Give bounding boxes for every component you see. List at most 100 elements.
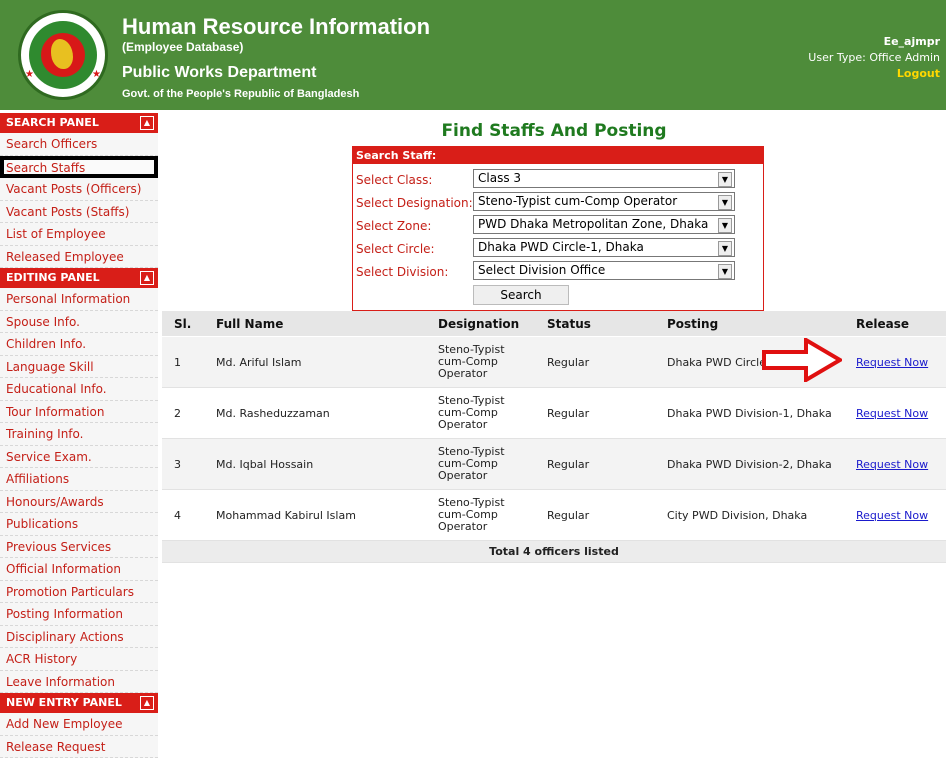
sidebar-item-official-information[interactable]: Official Information — [0, 558, 158, 581]
red-arrow-annotation — [762, 338, 842, 382]
new-entry-panel-header[interactable]: NEW ENTRY PANEL ▲ — [0, 693, 158, 713]
app-subtitle: (Employee Database) — [122, 40, 243, 54]
column-header: Posting — [655, 311, 844, 337]
row-designation: Steno-Typistcum-CompOperator — [426, 337, 535, 388]
sidebar-item-children-info[interactable]: Children Info. — [0, 333, 158, 356]
division-select[interactable]: Select Division Office▼ — [473, 261, 735, 280]
sidebar-item-vacant-posts-officers[interactable]: Vacant Posts (Officers) — [0, 178, 158, 201]
sidebar-item-release-request[interactable]: Release Request — [0, 736, 158, 758]
logout-link[interactable]: Logout — [897, 67, 940, 80]
row-name: Md. Iqbal Hossain — [204, 439, 426, 490]
request-now-link[interactable]: Request Now — [856, 407, 928, 420]
sidebar-item-tour-information[interactable]: Tour Information — [0, 401, 158, 424]
row-designation: Steno-Typistcum-CompOperator — [426, 490, 535, 541]
chevron-down-icon: ▼ — [718, 264, 732, 279]
class-label: Select Class: — [356, 173, 432, 187]
row-release: Request Now — [844, 439, 946, 490]
column-header: Designation — [426, 311, 535, 337]
sidebar-item-leave-information[interactable]: Leave Information — [0, 671, 158, 694]
row-status: Regular — [535, 388, 655, 439]
sidebar: SEARCH PANEL ▲ Search Officers Search St… — [0, 113, 158, 758]
page-title: Find Staffs And Posting — [162, 121, 946, 141]
sidebar-item-promotion-particulars[interactable]: Promotion Particulars — [0, 581, 158, 604]
collapse-icon[interactable]: ▲ — [140, 271, 154, 285]
search-panel-header[interactable]: SEARCH PANEL ▲ — [0, 113, 158, 133]
sidebar-item-list-of-employee[interactable]: List of Employee — [0, 223, 158, 246]
column-header: Full Name — [204, 311, 426, 337]
zone-select[interactable]: PWD Dhaka Metropolitan Zone, Dhaka▼ — [473, 215, 735, 234]
division-label: Select Division: — [356, 265, 448, 279]
row-sl: 4 — [162, 490, 204, 541]
row-posting: Dhaka PWD Division-2, Dhaka — [655, 439, 844, 490]
row-sl: 3 — [162, 439, 204, 490]
request-now-link[interactable]: Request Now — [856, 356, 928, 369]
row-status: Regular — [535, 490, 655, 541]
department-name: Public Works Department — [122, 64, 316, 82]
sidebar-item-language-skill[interactable]: Language Skill — [0, 356, 158, 379]
row-designation: Steno-Typistcum-CompOperator — [426, 388, 535, 439]
sidebar-item-service-exam[interactable]: Service Exam. — [0, 446, 158, 469]
sidebar-item-honours-awards[interactable]: Honours/Awards — [0, 491, 158, 514]
row-status: Regular — [535, 337, 655, 388]
class-row: Select Class: Class 3▼ — [356, 169, 756, 191]
row-release: Request Now — [844, 490, 946, 541]
column-header: Sl. — [162, 311, 204, 337]
table-header-row: Sl. Full Name Designation Status Posting… — [162, 311, 946, 337]
sidebar-item-affiliations[interactable]: Affiliations — [0, 468, 158, 491]
chevron-down-icon: ▼ — [718, 172, 732, 187]
table-total-row: Total 4 officers listed — [162, 541, 946, 563]
search-staff-form: Search Staff: Select Class: Class 3▼ Sel… — [352, 146, 764, 311]
table-row: 2 Md. Rasheduzzaman Steno-Typistcum-Comp… — [162, 388, 946, 439]
sidebar-item-acr-history[interactable]: ACR History — [0, 648, 158, 671]
sidebar-item-educational-info[interactable]: Educational Info. — [0, 378, 158, 401]
sidebar-item-previous-services[interactable]: Previous Services — [0, 536, 158, 559]
row-posting: Dhaka PWD Division-1, Dhaka — [655, 388, 844, 439]
total-count: Total 4 officers listed — [162, 541, 946, 563]
zone-row: Select Zone: PWD Dhaka Metropolitan Zone… — [356, 215, 756, 237]
chevron-down-icon: ▼ — [718, 218, 732, 233]
sidebar-item-search-staffs[interactable]: Search Staffs — [0, 156, 158, 179]
row-sl: 1 — [162, 337, 204, 388]
search-form-heading: Search Staff: — [353, 147, 763, 164]
row-posting: City PWD Division, Dhaka — [655, 490, 844, 541]
row-designation: Steno-Typistcum-CompOperator — [426, 439, 535, 490]
row-status: Regular — [535, 439, 655, 490]
sidebar-item-posting-information[interactable]: Posting Information — [0, 603, 158, 626]
column-header: Status — [535, 311, 655, 337]
circle-label: Select Circle: — [356, 242, 435, 256]
column-header: Release — [844, 311, 946, 337]
sidebar-item-disciplinary-actions[interactable]: Disciplinary Actions — [0, 626, 158, 649]
zone-label: Select Zone: — [356, 219, 431, 233]
sidebar-item-search-officers[interactable]: Search Officers — [0, 133, 158, 156]
sidebar-item-add-new-employee[interactable]: Add New Employee — [0, 713, 158, 736]
designation-select[interactable]: Steno-Typist cum-Comp Operator▼ — [473, 192, 735, 211]
designation-label: Select Designation: — [356, 196, 473, 210]
government-name: Govt. of the People's Republic of Bangla… — [122, 88, 359, 100]
request-now-link[interactable]: Request Now — [856, 458, 928, 471]
class-select[interactable]: Class 3▼ — [473, 169, 735, 188]
circle-row: Select Circle: Dhaka PWD Circle-1, Dhaka… — [356, 238, 756, 260]
username: Ee_ajmpr — [808, 34, 940, 50]
search-button[interactable]: Search — [473, 285, 569, 305]
division-row: Select Division: Select Division Office▼ — [356, 261, 756, 283]
circle-select[interactable]: Dhaka PWD Circle-1, Dhaka▼ — [473, 238, 735, 257]
sidebar-item-personal-information[interactable]: Personal Information — [0, 288, 158, 311]
editing-panel-header[interactable]: EDITING PANEL ▲ — [0, 268, 158, 288]
table-row: 4 Mohammad Kabirul Islam Steno-Typistcum… — [162, 490, 946, 541]
sidebar-item-training-info[interactable]: Training Info. — [0, 423, 158, 446]
user-type: User Type: Office Admin — [808, 50, 940, 66]
designation-row: Select Designation: Steno-Typist cum-Com… — [356, 192, 756, 214]
app-title: Human Resource Information — [122, 14, 430, 40]
collapse-icon[interactable]: ▲ — [140, 696, 154, 710]
sidebar-item-spouse-info[interactable]: Spouse Info. — [0, 311, 158, 334]
row-release: Request Now — [844, 337, 946, 388]
row-sl: 2 — [162, 388, 204, 439]
sidebar-item-vacant-posts-staffs[interactable]: Vacant Posts (Staffs) — [0, 201, 158, 224]
sidebar-item-publications[interactable]: Publications — [0, 513, 158, 536]
request-now-link[interactable]: Request Now — [856, 509, 928, 522]
chevron-down-icon: ▼ — [718, 241, 732, 256]
table-row: 3 Md. Iqbal Hossain Steno-Typistcum-Comp… — [162, 439, 946, 490]
header: ★★ Human Resource Information (Employee … — [0, 0, 946, 110]
sidebar-item-released-employee[interactable]: Released Employee — [0, 246, 158, 269]
collapse-icon[interactable]: ▲ — [140, 116, 154, 130]
